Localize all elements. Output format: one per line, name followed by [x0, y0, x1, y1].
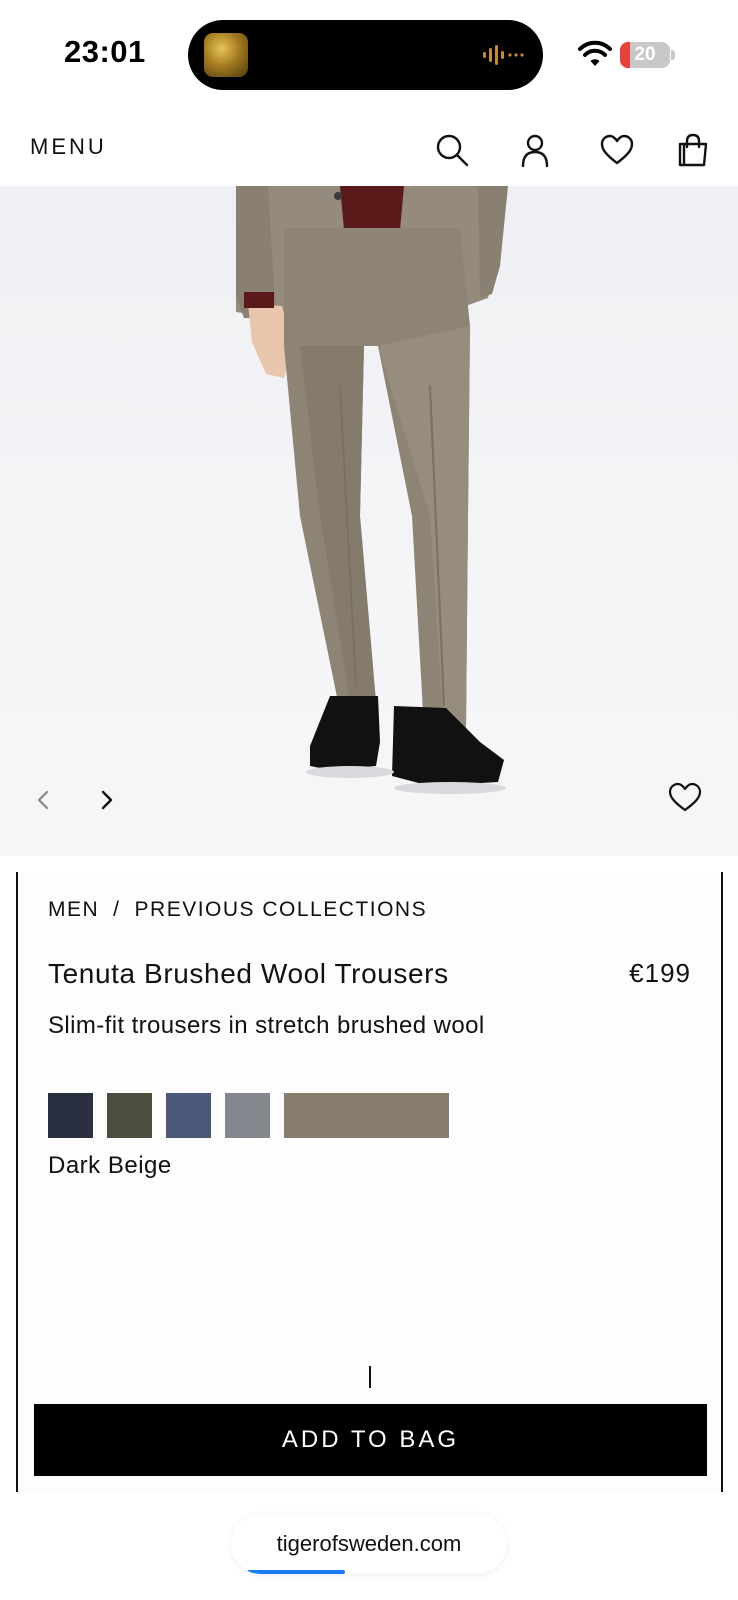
account-icon[interactable]: [517, 132, 553, 168]
wifi-icon: [578, 40, 612, 66]
color-swatch[interactable]: [284, 1093, 449, 1138]
battery-icon: 20: [620, 42, 670, 68]
heart-icon[interactable]: [668, 782, 702, 812]
battery-level-text: 20: [634, 44, 656, 65]
search-icon[interactable]: [434, 132, 470, 168]
product-price: €199: [629, 958, 691, 988]
color-swatch[interactable]: [225, 1093, 270, 1138]
music-thumbnail-icon: [204, 33, 248, 77]
menu-button[interactable]: MENU: [30, 134, 107, 160]
status-time: 23:01: [64, 34, 146, 69]
breadcrumb: MEN / PREVIOUS COLLECTIONS: [48, 898, 427, 922]
color-swatch[interactable]: [48, 1093, 93, 1138]
battery-tip: [671, 50, 675, 60]
breadcrumb-previous-collections[interactable]: PREVIOUS COLLECTIONS: [135, 898, 428, 921]
audio-wave-icon: [483, 45, 524, 65]
chevron-right-icon[interactable]: [92, 786, 120, 814]
site-header: MENU: [0, 110, 738, 186]
color-swatch[interactable]: [166, 1093, 211, 1138]
selected-color-name: Dark Beige: [48, 1152, 172, 1179]
shopping-bag-icon[interactable]: [675, 132, 711, 168]
color-swatch[interactable]: [107, 1093, 152, 1138]
add-to-bag-button[interactable]: ADD TO BAG: [34, 1404, 707, 1476]
chevron-left-icon[interactable]: [30, 786, 58, 814]
product-photo: [236, 186, 508, 794]
status-bar: 23:01 20: [0, 0, 738, 110]
breadcrumb-separator: /: [113, 898, 121, 921]
text-cursor: [369, 1366, 371, 1388]
browser-address-bar[interactable]: tigerofsweden.com: [231, 1514, 507, 1574]
product-info-panel: MEN / PREVIOUS COLLECTIONS Tenuta Brushed …: [16, 872, 723, 1492]
page-load-progress: [247, 1570, 345, 1574]
breadcrumb-men[interactable]: MEN: [48, 898, 99, 921]
product-description: Slim-fit trousers in stretch brushed woo…: [48, 1012, 485, 1039]
product-title: Tenuta Brushed Wool Trousers: [48, 958, 449, 989]
dynamic-island[interactable]: [188, 20, 543, 90]
url-text: tigerofsweden.com: [276, 1531, 462, 1556]
wishlist-heart-icon[interactable]: [599, 132, 635, 168]
product-image-gallery[interactable]: [0, 186, 738, 856]
